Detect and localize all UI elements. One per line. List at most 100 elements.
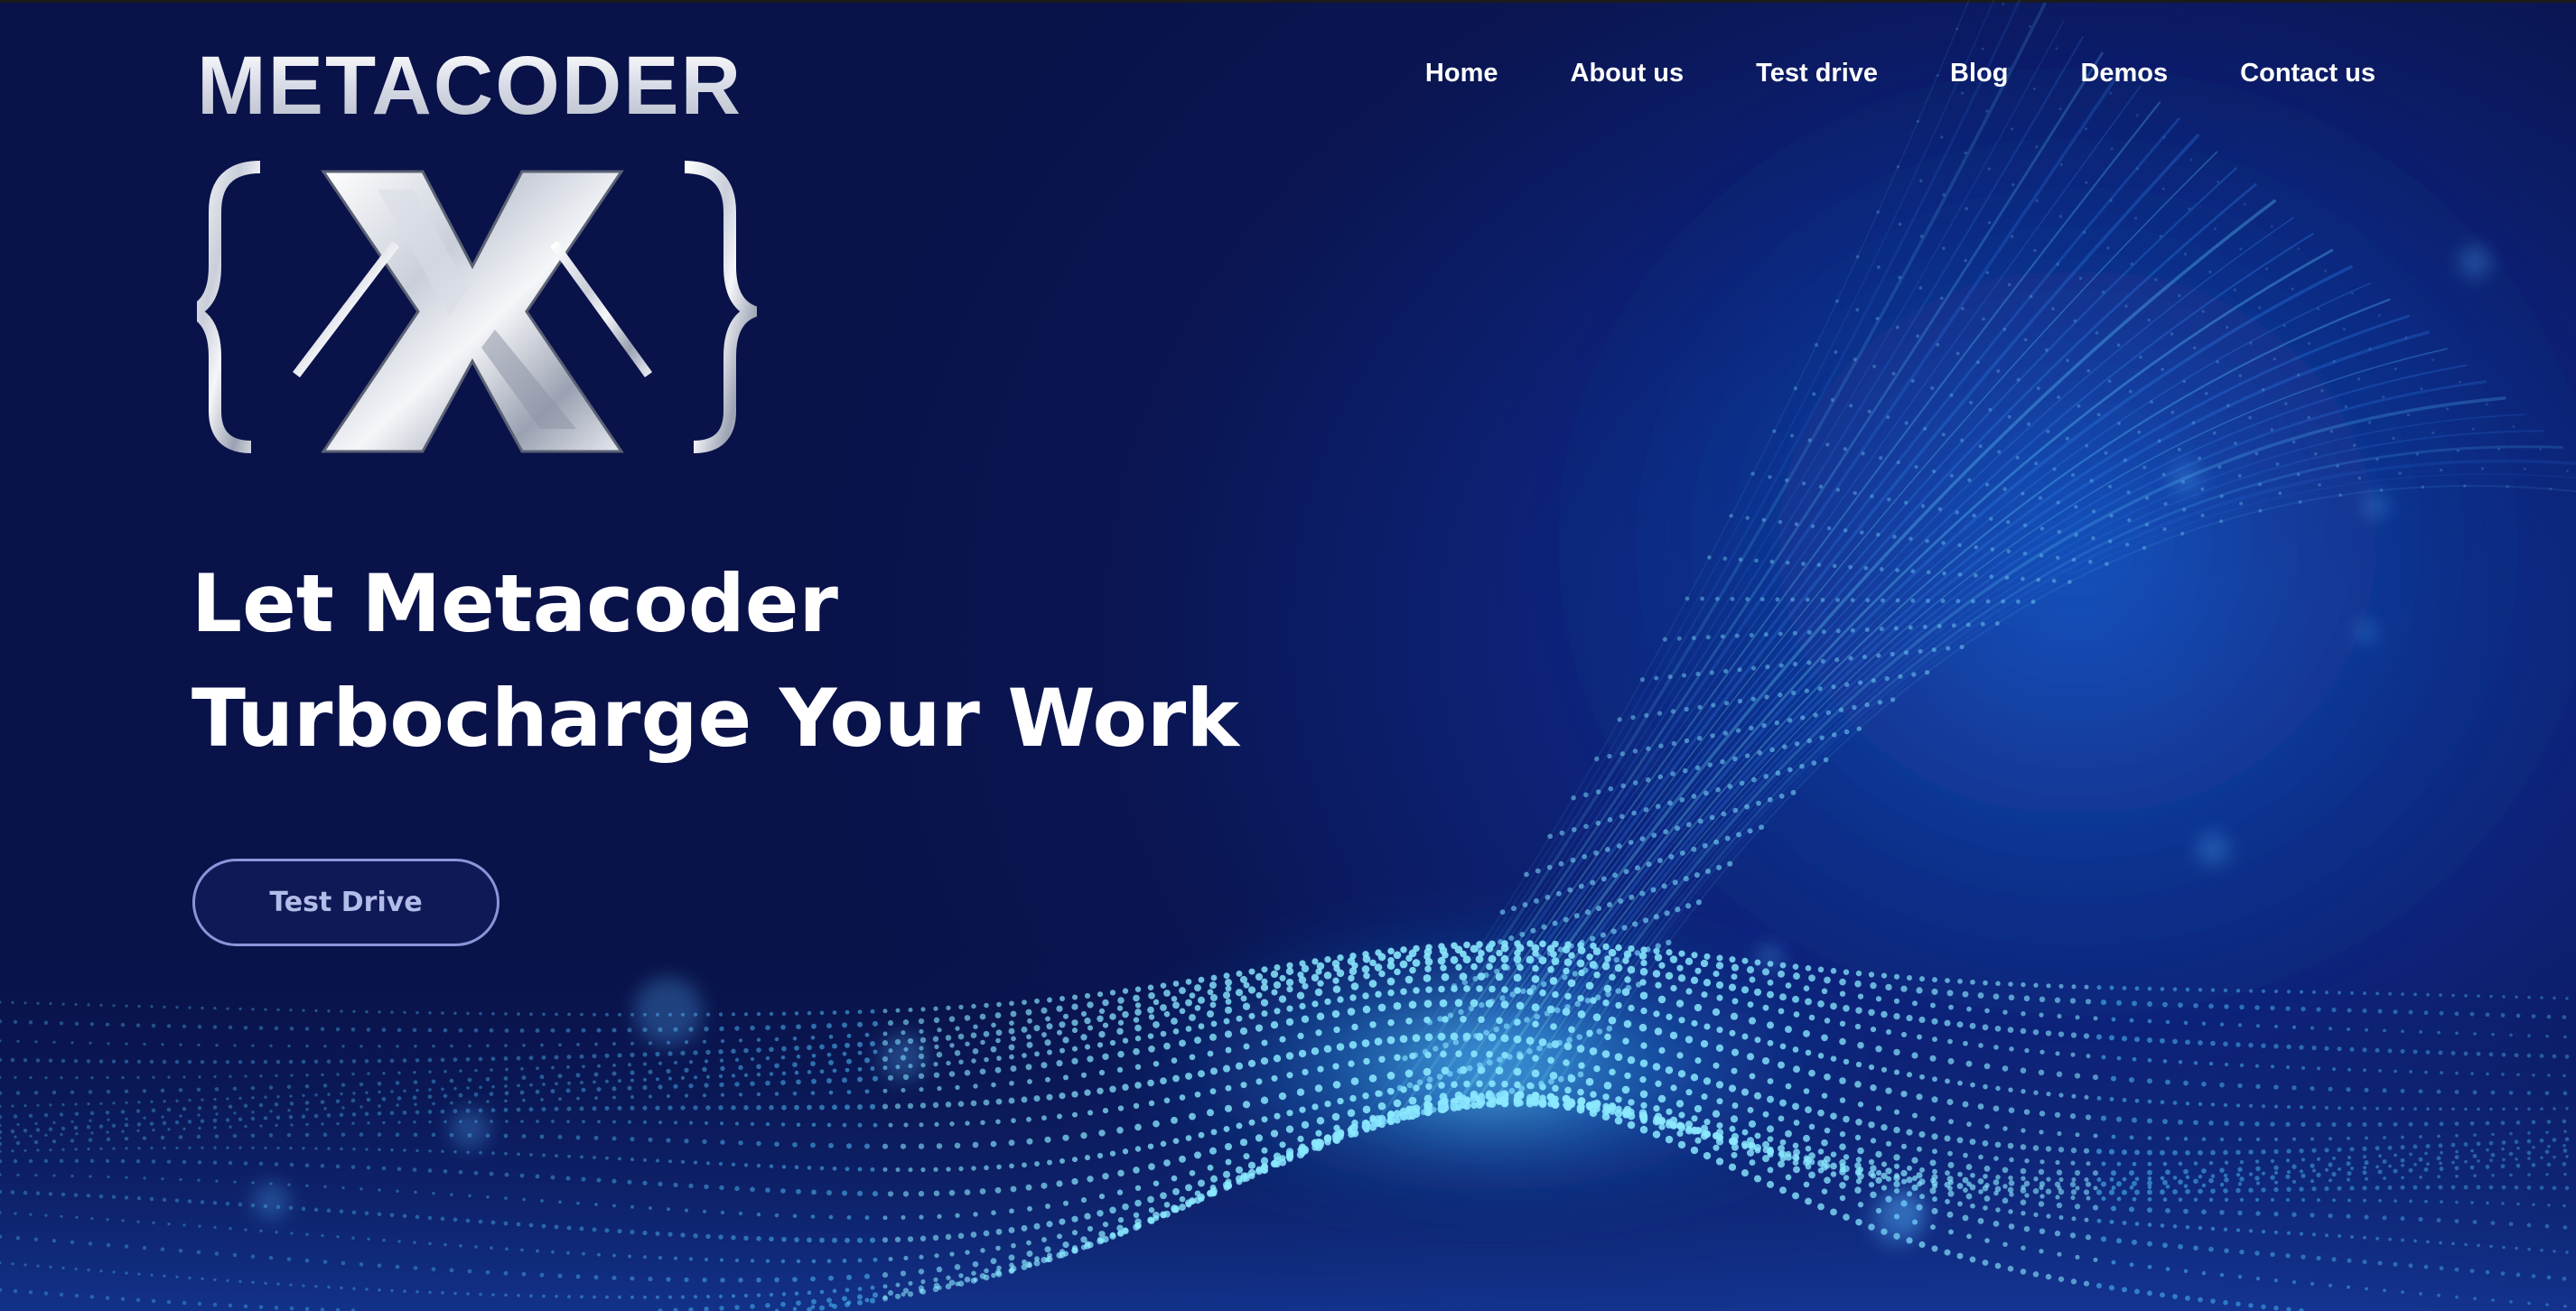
stream-particle bbox=[1570, 857, 1576, 863]
wave-particle bbox=[323, 1045, 327, 1048]
wave-particle bbox=[2316, 1007, 2321, 1012]
wave-particle bbox=[1881, 1124, 1888, 1131]
stream-particle bbox=[1865, 598, 1871, 603]
test-drive-button[interactable]: Test Drive bbox=[192, 859, 499, 946]
wave-particle bbox=[2388, 1237, 2392, 1241]
metacoder-logo[interactable]: METACODER bbox=[197, 44, 775, 460]
stream-particle bbox=[1661, 883, 1667, 889]
stream-particle bbox=[2182, 507, 2187, 512]
wave-particle bbox=[1097, 991, 1104, 998]
stream-particle bbox=[1775, 770, 1781, 776]
wave-particle bbox=[1041, 1032, 1047, 1037]
wave-particle bbox=[1983, 1174, 1988, 1179]
wave-particle bbox=[592, 1106, 597, 1111]
wave-particle bbox=[187, 1059, 192, 1065]
wave-particle bbox=[1603, 1081, 1612, 1090]
nav-item-about-us[interactable]: About us bbox=[1571, 51, 1685, 96]
wave-particle bbox=[2362, 1047, 2367, 1053]
wave-particle bbox=[719, 1258, 724, 1262]
stream-particle bbox=[1416, 1079, 1423, 1086]
wave-particle bbox=[2436, 1218, 2441, 1223]
wave-particle bbox=[765, 1055, 770, 1061]
wave-particle bbox=[2086, 1195, 2091, 1201]
nav-item-blog[interactable]: Blog bbox=[1950, 51, 2008, 96]
stream-particle bbox=[1645, 946, 1651, 953]
wave-particle bbox=[453, 1109, 458, 1114]
wave-particle bbox=[693, 1295, 698, 1299]
wave-particle bbox=[88, 1090, 93, 1094]
wave-particle bbox=[1489, 985, 1496, 993]
wave-particle bbox=[61, 1102, 65, 1107]
wave-particle bbox=[630, 1012, 634, 1017]
wave-particle bbox=[275, 1123, 278, 1128]
wave-particle bbox=[1893, 1163, 1900, 1169]
nav-item-demos[interactable]: Demos bbox=[2080, 51, 2168, 96]
stream-particle bbox=[1926, 570, 1931, 575]
wave-particle bbox=[182, 1075, 186, 1079]
wave-particle bbox=[811, 1259, 817, 1264]
wave-particle bbox=[1839, 1181, 1846, 1189]
wave-particle bbox=[936, 1266, 943, 1273]
stream-particle bbox=[2010, 127, 2014, 131]
wave-particle bbox=[341, 1132, 346, 1137]
wave-particle bbox=[427, 1110, 433, 1114]
stream-particle bbox=[2145, 496, 2150, 500]
wave-particle bbox=[2235, 1187, 2241, 1194]
stream-particle bbox=[1451, 982, 1458, 990]
stream-particle bbox=[1475, 946, 1481, 953]
wave-particle bbox=[467, 1077, 472, 1083]
stream-particle bbox=[2078, 276, 2083, 280]
wave-particle bbox=[781, 1236, 787, 1242]
wave-particle bbox=[949, 1251, 955, 1257]
wave-particle bbox=[933, 1006, 938, 1011]
nav-item-home[interactable]: Home bbox=[1425, 51, 1498, 96]
stream-particle bbox=[1987, 220, 1992, 225]
wave-particle bbox=[61, 1148, 65, 1151]
stream-particle bbox=[1684, 706, 1689, 712]
wave-particle bbox=[350, 1098, 356, 1103]
wave-particle bbox=[1728, 983, 1737, 991]
wave-particle bbox=[2490, 1152, 2496, 1158]
wave-particle bbox=[364, 1211, 369, 1216]
wave-particle bbox=[2210, 1040, 2216, 1046]
wave-particle bbox=[1255, 1024, 1264, 1032]
stream-particle bbox=[1940, 599, 1946, 604]
wave-particle bbox=[2219, 1167, 2225, 1173]
wave-particle bbox=[290, 1074, 294, 1077]
wave-particle bbox=[1351, 1023, 1358, 1031]
stream-particle bbox=[1844, 682, 1850, 687]
wave-particle bbox=[1209, 1001, 1217, 1009]
wave-particle bbox=[389, 1213, 395, 1218]
stream-particle bbox=[2336, 464, 2339, 468]
wave-particle bbox=[702, 1277, 707, 1283]
wave-particle bbox=[1080, 1072, 1087, 1078]
wave-particle bbox=[378, 1148, 381, 1152]
wave-particle bbox=[2419, 1175, 2422, 1179]
stream-particle bbox=[1980, 621, 1985, 627]
wave-particle bbox=[105, 1022, 110, 1027]
stream-particle bbox=[1574, 1000, 1581, 1008]
nav-item-test-drive[interactable]: Test drive bbox=[1756, 51, 1878, 96]
wave-particle bbox=[780, 1301, 786, 1307]
stream-particle bbox=[2404, 336, 2408, 339]
stream-particle bbox=[1595, 820, 1601, 826]
wave-particle bbox=[2286, 1231, 2291, 1235]
wave-particle bbox=[811, 1298, 817, 1305]
stream-particle bbox=[1890, 651, 1895, 656]
wave-particle bbox=[1163, 990, 1171, 997]
wave-particle bbox=[520, 1120, 524, 1123]
wave-particle bbox=[907, 1102, 914, 1110]
wave-particle bbox=[339, 1112, 344, 1118]
stream-particle bbox=[1625, 984, 1632, 991]
wave-particle bbox=[933, 1017, 940, 1024]
stream-particle bbox=[1855, 308, 1860, 312]
wave-particle bbox=[1441, 972, 1450, 981]
wave-particle bbox=[1947, 1190, 1955, 1197]
wave-particle bbox=[2387, 1185, 2393, 1190]
wave-particle bbox=[542, 1153, 546, 1158]
nav-item-contact-us[interactable]: Contact us bbox=[2240, 51, 2375, 96]
wave-particle bbox=[2286, 1104, 2291, 1110]
wave-particle bbox=[320, 1100, 325, 1104]
wave-particle bbox=[2045, 1188, 2052, 1195]
wave-particle bbox=[781, 1292, 787, 1297]
